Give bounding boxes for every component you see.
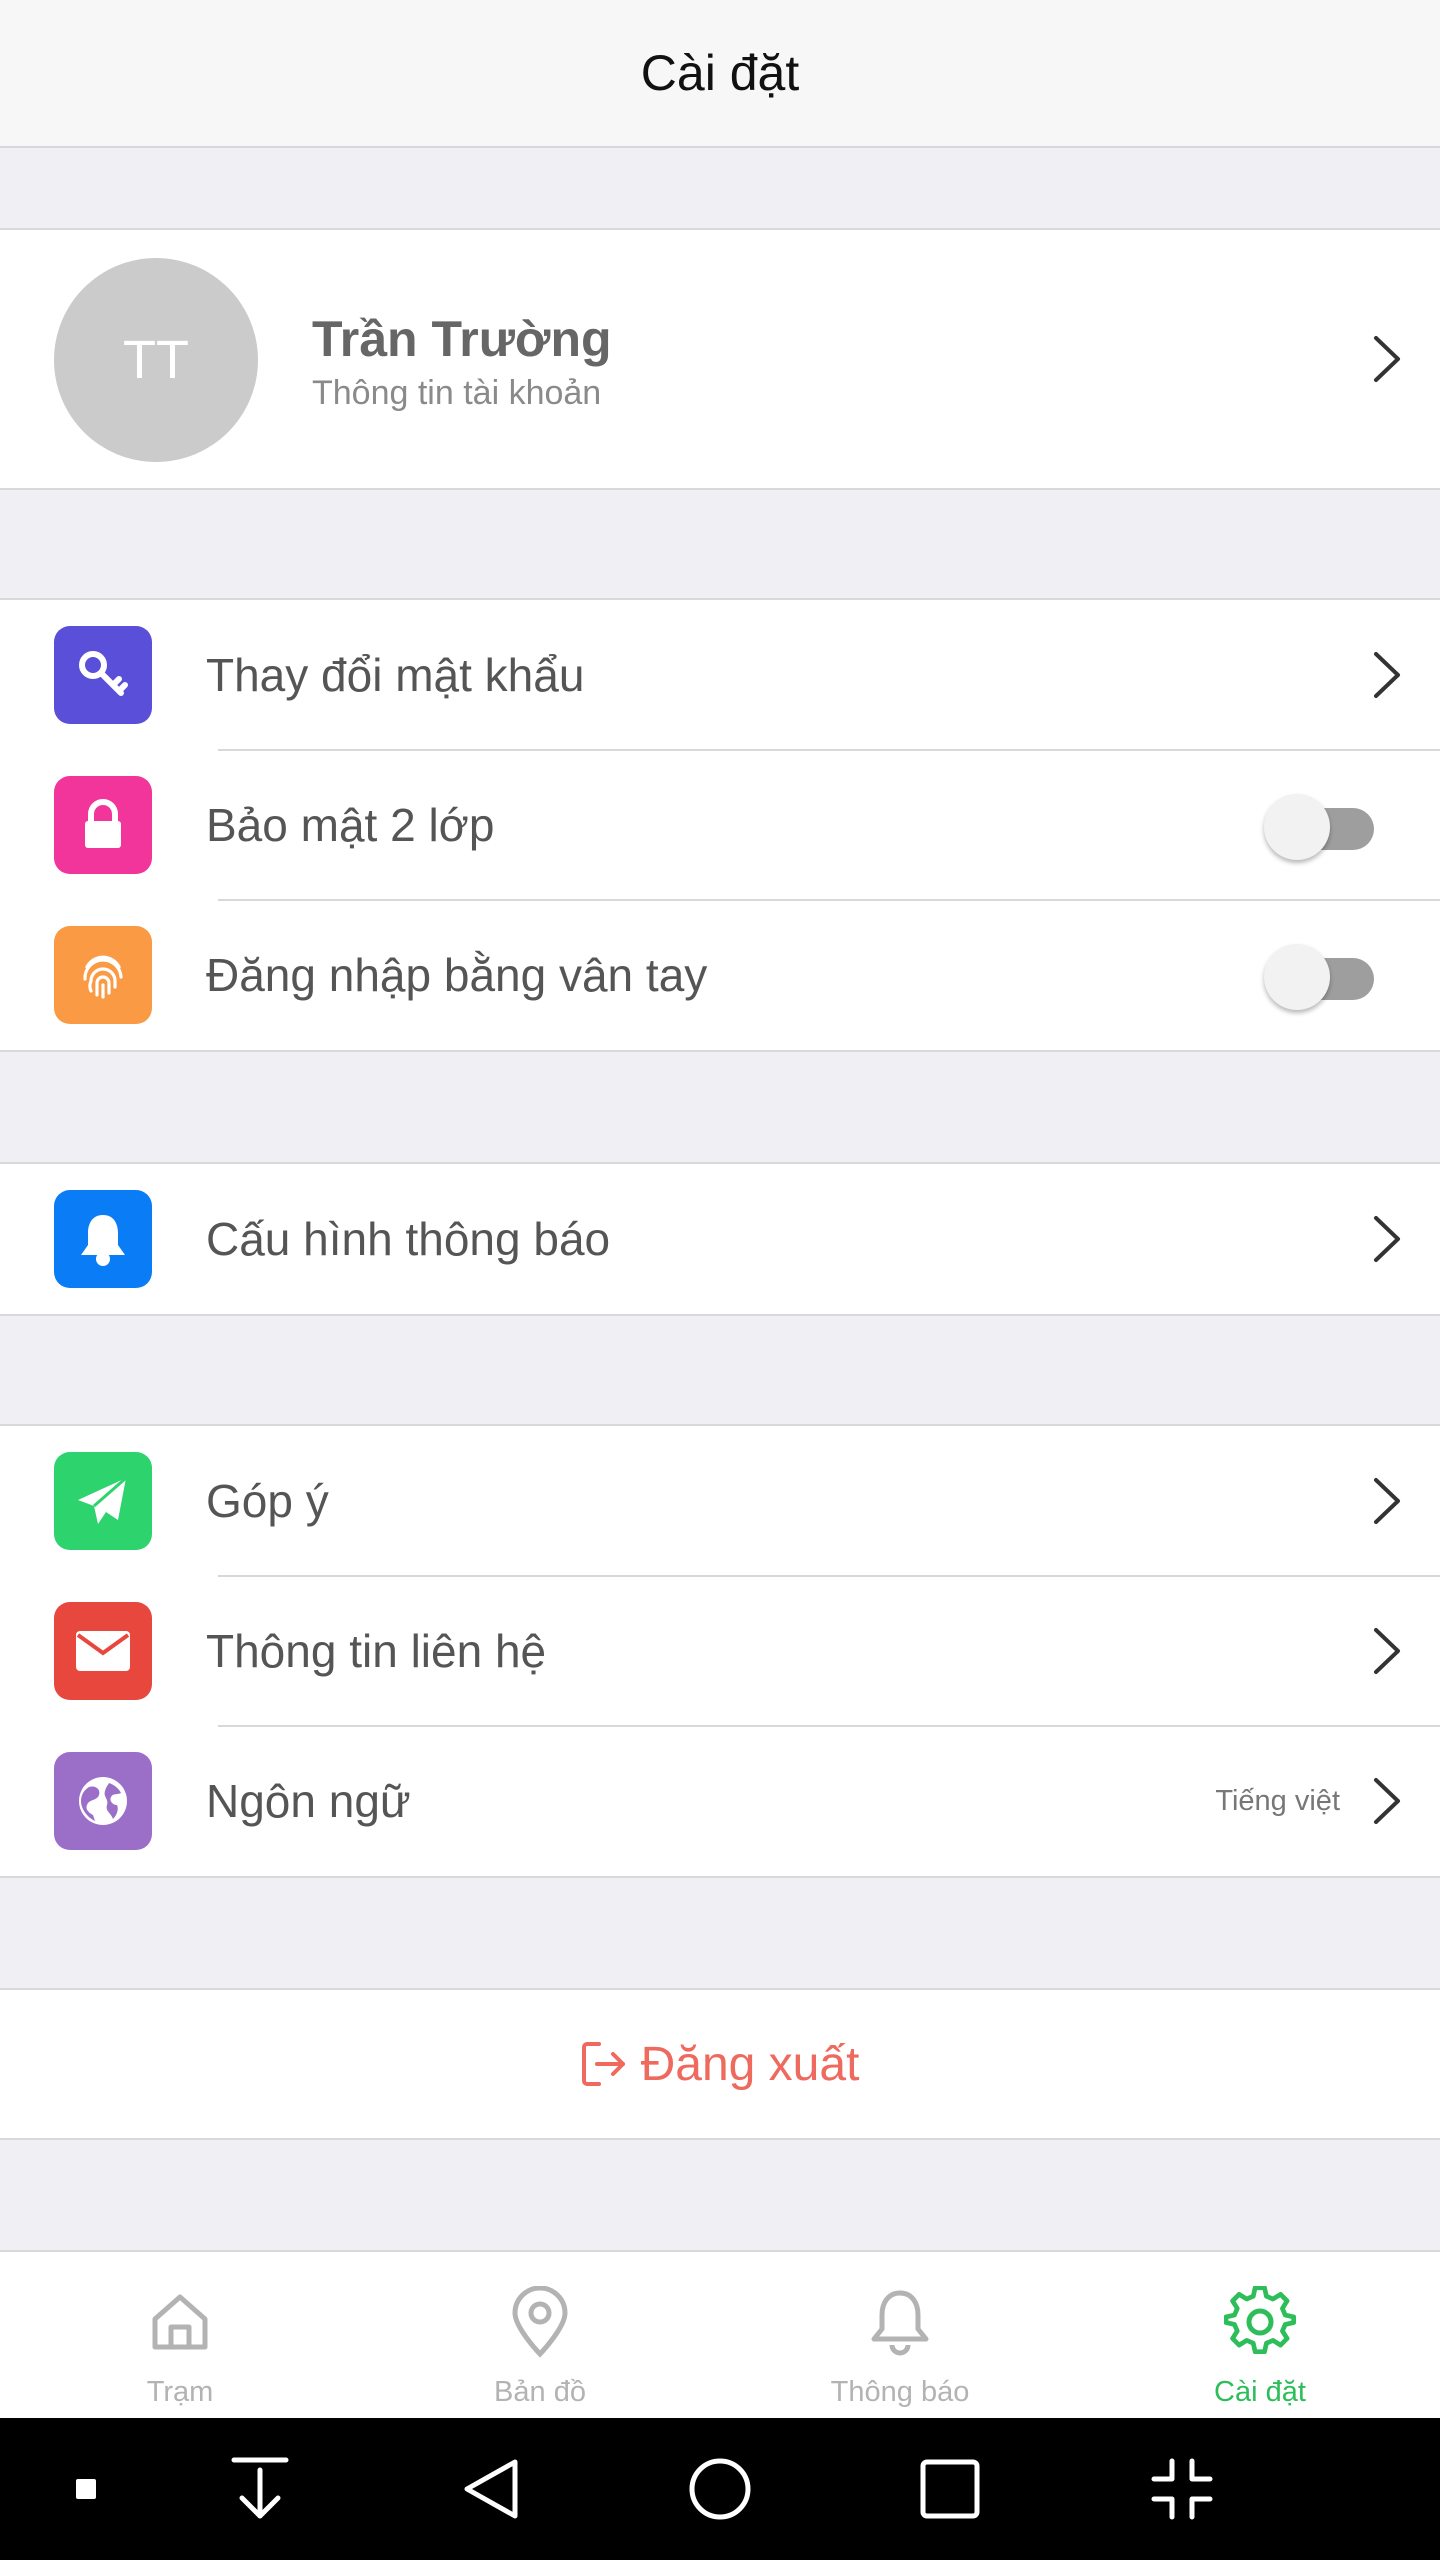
back-button[interactable] (450, 2418, 530, 2560)
notification-config-row[interactable]: Cấu hình thông báo (0, 1164, 1440, 1314)
avatar-initials: TT (123, 330, 189, 390)
collapse-button[interactable] (1142, 2418, 1222, 2560)
recents-square-icon (920, 2459, 980, 2519)
page-title: Cài đặt (640, 45, 800, 101)
profile-subtitle: Thông tin tài khoản (312, 374, 602, 412)
map-pin-icon (512, 2286, 568, 2358)
lock-icon (85, 799, 121, 848)
bottom-tab-bar: Trạm Bản đồ Thông báo Cài đặt (0, 2250, 1440, 2418)
paper-plane-icon (78, 1476, 127, 1524)
logout-content: Đăng xuất (581, 2037, 860, 2092)
chevron-right-icon (1374, 1778, 1400, 1824)
logout-icon (581, 2042, 625, 2086)
language-label: Ngôn ngữ (206, 1775, 411, 1827)
avatar: TT (54, 258, 258, 462)
fingerprint-icon-box (54, 926, 152, 1024)
bell-icon (81, 1215, 125, 1266)
feedback-row[interactable]: Góp ý (0, 1426, 1440, 1576)
home-icon-wrap (140, 2282, 220, 2362)
feedback-label: Góp ý (206, 1475, 329, 1527)
chevron-right-icon (1374, 1628, 1400, 1674)
gear-icon (1224, 2286, 1296, 2355)
two-factor-row: Bảo mật 2 lớp (0, 749, 1440, 900)
recents-button[interactable] (910, 2418, 990, 2560)
small-square-button[interactable] (56, 2418, 116, 2560)
key-icon-box (54, 626, 152, 724)
fingerprint-icon (83, 955, 123, 999)
profile-name: Trần Trường (312, 311, 612, 367)
change-password-row[interactable]: Thay đổi mật khẩu (0, 600, 1440, 750)
chevron-right-icon (1374, 336, 1400, 382)
home-circle-icon (689, 2458, 751, 2520)
toggle-knob (1264, 794, 1330, 860)
lock-icon-box (54, 776, 152, 874)
tab-label: Thông báo (830, 2376, 970, 2408)
tab-label: Trạm (146, 2376, 214, 2408)
globe-icon (79, 1777, 127, 1825)
download-button[interactable] (220, 2418, 300, 2560)
language-row[interactable]: Ngôn ngữ Tiếng việt (0, 1725, 1440, 1876)
home-button[interactable] (680, 2418, 760, 2560)
notification-config-label: Cấu hình thông báo (206, 1213, 611, 1265)
bell-icon-wrap (860, 2282, 940, 2362)
fingerprint-toggle[interactable] (1264, 942, 1376, 1010)
bell-icon-box (54, 1190, 152, 1288)
notification-section: Cấu hình thông báo (0, 1162, 1440, 1316)
small-square-icon (76, 2479, 96, 2499)
chevron-right-icon (1374, 652, 1400, 698)
gear-icon-wrap (1220, 2282, 1300, 2362)
system-nav-bar (0, 2418, 1440, 2560)
logout-button[interactable]: Đăng xuất (0, 1988, 1440, 2140)
language-value: Tiếng việt (1215, 1784, 1340, 1817)
profile-card[interactable]: TT Trần Trường Thông tin tài khoản (0, 228, 1440, 490)
tab-label: Cài đặt (1214, 2376, 1306, 2408)
chevron-right-icon (1374, 1478, 1400, 1524)
logout-label: Đăng xuất (640, 2037, 860, 2091)
key-icon (79, 651, 128, 696)
contact-info-label: Thông tin liên hệ (206, 1625, 547, 1677)
bell-icon (871, 2290, 929, 2356)
mail-icon-box (54, 1602, 152, 1700)
chevron-right-icon (1374, 1216, 1400, 1262)
map-pin-icon-wrap (500, 2282, 580, 2362)
fingerprint-login-label: Đăng nhập bằng vân tay (206, 949, 708, 1001)
misc-section: Góp ý Thông tin liên hệ Ngôn ngữ Tiếng v… (0, 1424, 1440, 1878)
home-icon (152, 2294, 208, 2350)
fingerprint-login-row: Đăng nhập bằng vân tay (0, 899, 1440, 1050)
two-factor-label: Bảo mật 2 lớp (206, 799, 495, 851)
toggle-knob (1264, 944, 1330, 1010)
app-header: Cài đặt (0, 0, 1440, 148)
collapse-icon (1151, 2458, 1213, 2520)
mail-icon (76, 1631, 130, 1671)
change-password-label: Thay đổi mật khẩu (206, 649, 585, 701)
two-factor-toggle[interactable] (1264, 792, 1376, 860)
back-triangle-icon (464, 2459, 518, 2519)
globe-icon-box (54, 1752, 152, 1850)
tab-label: Bản đồ (494, 2376, 586, 2408)
contact-info-row[interactable]: Thông tin liên hệ (0, 1575, 1440, 1726)
tab-station[interactable]: Trạm (0, 2252, 360, 2418)
tab-settings[interactable]: Cài đặt (1080, 2252, 1440, 2418)
paper-plane-icon-box (54, 1452, 152, 1550)
security-section: Thay đổi mật khẩu Bảo mật 2 lớp Đăng nhậ (0, 598, 1440, 1052)
tab-notifications[interactable]: Thông báo (720, 2252, 1080, 2418)
tab-map[interactable]: Bản đồ (360, 2252, 720, 2418)
download-arrow-icon (231, 2457, 289, 2519)
